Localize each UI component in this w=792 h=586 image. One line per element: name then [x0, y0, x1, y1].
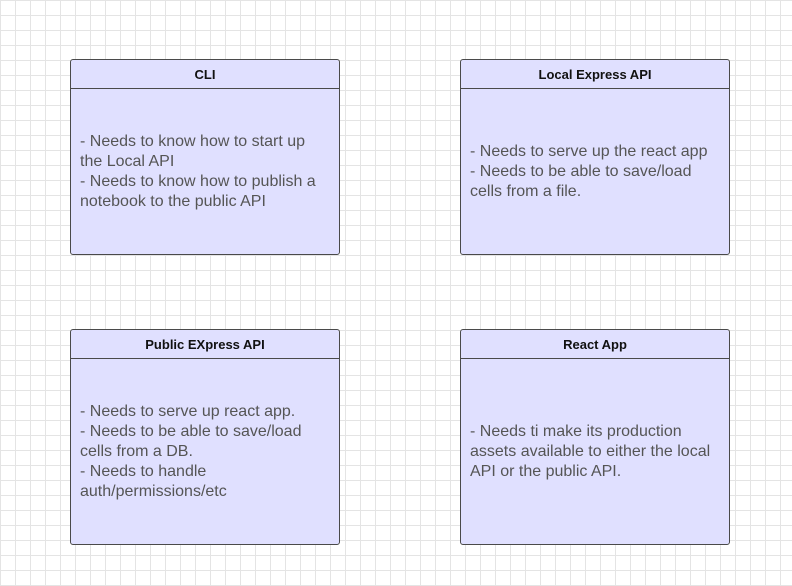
- cli-box-item: - Needs to know how to start up the Loca…: [80, 133, 305, 170]
- local-express-api-box-item: - Needs to serve up the react app: [470, 143, 708, 160]
- local-express-api-box-title: Local Express API: [461, 60, 729, 89]
- public-express-api-box-item: - Needs to serve up react app.: [80, 403, 296, 420]
- local-express-api-box-item: - Needs to be able to save/load cells fr…: [470, 163, 692, 200]
- react-app-box[interactable]: React App - Needs ti make its production…: [460, 329, 730, 545]
- react-app-box-body: - Needs ti make its production assets av…: [461, 359, 729, 545]
- diagram-canvas[interactable]: CLI - Needs to know how to start up the …: [0, 0, 792, 586]
- cli-box-item: - Needs to know how to publish a noteboo…: [80, 173, 316, 210]
- cli-box[interactable]: CLI - Needs to know how to start up the …: [70, 59, 340, 255]
- public-express-api-box-item: - Needs to be able to save/load cells fr…: [80, 423, 302, 460]
- public-express-api-box-title: Public EXpress API: [71, 330, 339, 359]
- public-express-api-box-item: - Needs to handle auth/permissions/etc: [80, 463, 227, 500]
- react-app-box-item: - Needs ti make its production assets av…: [470, 423, 711, 480]
- local-express-api-box[interactable]: Local Express API - Needs to serve up th…: [460, 59, 730, 255]
- cli-box-body: - Needs to know how to start up the Loca…: [71, 89, 339, 255]
- local-express-api-box-body: - Needs to serve up the react app - Need…: [461, 89, 729, 255]
- local-express-api-box-list: - Needs to serve up the react app - Need…: [470, 142, 721, 202]
- cli-box-list: - Needs to know how to start up the Loca…: [80, 132, 331, 212]
- react-app-box-list: - Needs ti make its production assets av…: [470, 422, 721, 482]
- react-app-box-title: React App: [461, 330, 729, 359]
- public-express-api-box-body: - Needs to serve up react app. - Needs t…: [71, 359, 339, 545]
- cli-box-title: CLI: [71, 60, 339, 89]
- public-express-api-box[interactable]: Public EXpress API - Needs to serve up r…: [70, 329, 340, 545]
- public-express-api-box-list: - Needs to serve up react app. - Needs t…: [80, 402, 331, 502]
